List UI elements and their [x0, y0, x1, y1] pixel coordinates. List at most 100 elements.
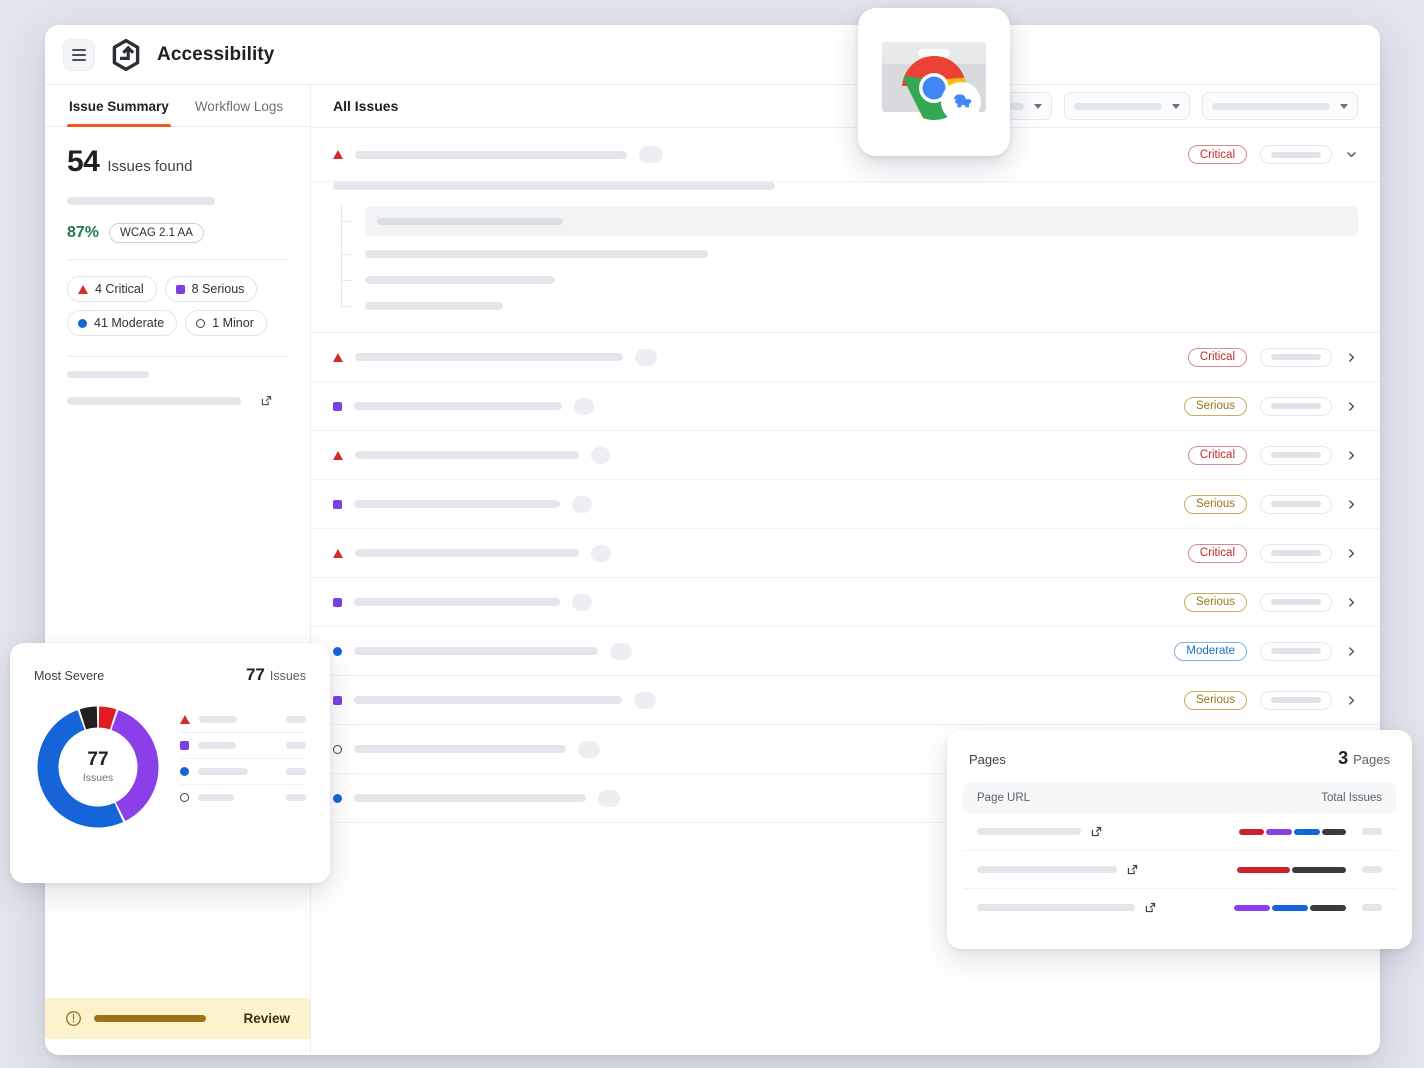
footer-label-row [67, 371, 288, 378]
legend-label-placeholder [198, 794, 234, 801]
donut-slice-minor [83, 717, 97, 719]
chevron-right-icon[interactable] [1345, 596, 1358, 609]
issue-title-placeholder [354, 402, 562, 410]
severity-chip-moderate[interactable]: 41 Moderate [67, 310, 177, 336]
issues-list-title: All Issues [333, 98, 398, 114]
table-row[interactable] [963, 851, 1396, 889]
critical-triangle-icon [333, 353, 343, 362]
table-row[interactable]: Critical [311, 431, 1380, 480]
legend-value-placeholder [286, 742, 306, 749]
issue-breakdown-bar [1237, 867, 1346, 873]
issue-tag-placeholder [634, 692, 656, 709]
chevron-right-icon[interactable] [1345, 498, 1358, 511]
status-badge: Serious [1184, 397, 1247, 416]
chevron-right-icon[interactable] [1345, 547, 1358, 560]
total-issues-placeholder [1362, 828, 1382, 835]
segment-critical [1239, 829, 1264, 835]
detail-line-3 [351, 302, 1358, 310]
issue-owner-placeholder[interactable] [1260, 145, 1332, 164]
list-item [180, 759, 306, 785]
table-row[interactable] [963, 889, 1396, 926]
most-severe-body: 77 Issues [34, 703, 306, 831]
table-row[interactable]: Serious [311, 480, 1380, 529]
issue-title-placeholder [355, 549, 579, 557]
pages-label: Pages [969, 752, 1006, 767]
critical-triangle-icon [78, 285, 88, 294]
legend-label-placeholder [198, 742, 236, 749]
pages-count: 3 [1338, 748, 1348, 769]
external-link-icon[interactable] [1090, 825, 1103, 838]
chevron-right-icon[interactable] [1345, 351, 1358, 364]
chevron-right-icon[interactable] [1345, 400, 1358, 413]
chevron-right-icon[interactable] [1345, 645, 1358, 658]
tab-workflow-logs[interactable]: Workflow Logs [193, 85, 285, 126]
moderate-circle-icon [78, 319, 87, 328]
issue-breakdown-bar [1239, 829, 1346, 835]
table-row[interactable] [963, 813, 1396, 851]
issue-owner-placeholder[interactable] [1260, 544, 1332, 563]
detail-line-1 [351, 250, 1358, 258]
table-row[interactable]: Critical [311, 128, 1380, 182]
issue-owner-placeholder[interactable] [1260, 446, 1332, 465]
severity-chip-serious[interactable]: 8 Serious [165, 276, 258, 302]
issue-owner-placeholder[interactable] [1260, 593, 1332, 612]
chevron-down-icon[interactable] [1345, 148, 1358, 161]
filter-dropdown-two[interactable] [1064, 92, 1190, 120]
detail-placeholder [365, 302, 503, 310]
issue-tag-placeholder [610, 643, 632, 660]
chevron-right-icon[interactable] [1345, 449, 1358, 462]
title-bar: Accessibility [45, 25, 1380, 85]
minor-ring-icon [333, 745, 342, 754]
most-severe-label: Most Severe [34, 669, 104, 683]
page-url-placeholder [977, 828, 1081, 835]
tab-bar: Issue Summary Workflow Logs [45, 85, 310, 127]
table-row[interactable]: Critical [311, 333, 1380, 382]
table-row[interactable]: Critical [311, 529, 1380, 578]
issue-owner-placeholder[interactable] [1260, 397, 1332, 416]
review-banner[interactable]: Review [45, 998, 310, 1039]
critical-triangle-icon [333, 451, 343, 460]
summary-subtitle-placeholder [67, 197, 215, 205]
issue-title-placeholder [355, 353, 623, 361]
table-row[interactable]: Serious [311, 382, 1380, 431]
issue-subtitle-row [311, 182, 1380, 198]
most-severe-count-suffix: Issues [270, 669, 306, 683]
filter-dropdown-three[interactable] [1202, 92, 1358, 120]
issue-tag-placeholder [578, 741, 600, 758]
detail-placeholder [365, 276, 555, 284]
issue-owner-placeholder[interactable] [1260, 691, 1332, 710]
table-row[interactable]: Serious [311, 578, 1380, 627]
issue-tag-placeholder [639, 146, 663, 163]
status-badge: Critical [1188, 544, 1247, 563]
status-badge: Critical [1188, 145, 1247, 164]
severity-chip-label: 4 Critical [95, 282, 144, 296]
issue-tag-placeholder [598, 790, 620, 807]
issue-owner-placeholder[interactable] [1260, 495, 1332, 514]
severity-chip-critical[interactable]: 4 Critical [67, 276, 157, 302]
footer-link-row[interactable] [67, 394, 288, 407]
extension-card[interactable] [858, 8, 1010, 156]
table-row[interactable]: Moderate [311, 627, 1380, 676]
external-link-icon[interactable] [1144, 901, 1157, 914]
summary-panel: 54 Issues found 87% WCAG 2.1 AA 4 Critic… [45, 127, 310, 357]
issue-description-placeholder [333, 182, 775, 190]
critical-triangle-icon [333, 549, 343, 558]
review-action-label[interactable]: Review [243, 1011, 290, 1026]
moderate-circle-icon [333, 647, 342, 656]
external-link-icon[interactable] [1126, 863, 1139, 876]
total-issues-placeholder [1362, 866, 1382, 873]
issues-count: 54 [67, 145, 99, 179]
issue-title-placeholder [354, 794, 586, 802]
table-row[interactable]: Serious [311, 676, 1380, 725]
severity-chip-minor[interactable]: 1 Minor [185, 310, 267, 336]
chevron-down-icon [1172, 104, 1180, 109]
serious-square-icon [333, 500, 342, 509]
external-link-icon[interactable] [260, 394, 273, 407]
hamburger-menu-icon[interactable] [63, 39, 95, 71]
issue-owner-placeholder[interactable] [1260, 348, 1332, 367]
row-actions: Serious [1184, 691, 1358, 710]
sidebar-footer [45, 371, 310, 407]
tab-issue-summary[interactable]: Issue Summary [67, 85, 171, 126]
issue-owner-placeholder[interactable] [1260, 642, 1332, 661]
chevron-right-icon[interactable] [1345, 694, 1358, 707]
